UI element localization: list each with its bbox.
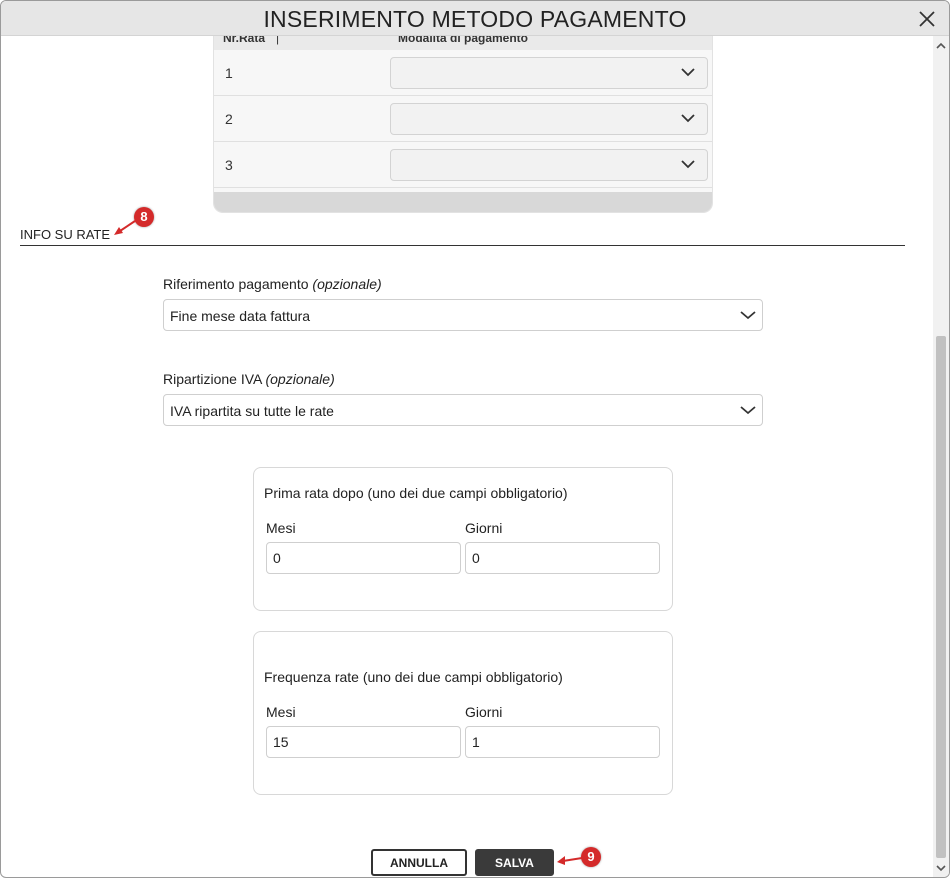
riferimento-value: Fine mese data fattura [170,308,311,324]
table-row: 3 [214,142,712,188]
payment-mode-select[interactable] [390,103,708,135]
annotation-marker-9: 9 [581,847,601,867]
scrollbar-thumb[interactable] [936,336,946,858]
scroll-up-icon[interactable] [933,38,949,54]
ripartizione-value: IVA ripartita su tutte le rate [170,403,334,419]
rate-number: 1 [225,65,233,81]
chevron-down-icon [740,311,756,320]
payment-mode-select[interactable] [390,149,708,181]
cancel-button[interactable]: ANNULLA [371,849,467,876]
table-row: 1 [214,50,712,96]
rate-table-scroll-footer[interactable] [214,192,712,212]
payment-method-dialog: INSERIMENTO METODO PAGAMENTO Nr.Rata | M… [0,0,950,878]
optional-hint: (opzionale) [265,371,335,387]
riferimento-select[interactable]: Fine mese data fattura [163,299,763,331]
scroll-down-icon[interactable] [933,860,949,876]
table-row: 2 [214,96,712,142]
frequenza-mesi-input[interactable]: 15 [266,726,461,758]
ripartizione-label-text: Ripartizione IVA [163,371,262,387]
frequenza-card: Frequenza rate (uno dei due campi obblig… [253,631,673,795]
mesi-label: Mesi [266,704,296,720]
annotation-marker-8: 8 [134,207,154,227]
annotation-arrow-icon [114,220,136,235]
section-title: INFO SU RATE [20,227,111,242]
chevron-down-icon [681,114,695,123]
vertical-scrollbar[interactable] [933,36,949,877]
rate-number: 3 [225,157,233,173]
rate-table-header: Nr.Rata | Modalità di pagamento [214,36,712,50]
giorni-label: Giorni [465,520,503,536]
col-modalita: Modalità di pagamento [398,36,529,45]
chevron-down-icon [740,406,756,415]
dialog-titlebar: INSERIMENTO METODO PAGAMENTO [1,1,949,36]
ripartizione-select[interactable]: IVA ripartita su tutte le rate [163,394,763,426]
optional-hint: (opzionale) [312,276,382,292]
riferimento-label-text: Riferimento pagamento [163,276,309,292]
ripartizione-label: Ripartizione IVA (opzionale) [163,371,335,387]
prima-rata-title: Prima rata dopo (uno dei due campi obbli… [264,485,568,501]
close-icon[interactable] [917,9,937,29]
save-button[interactable]: SALVA [475,849,554,876]
col-nr-rata: Nr.Rata [223,36,266,45]
rate-number: 2 [225,111,233,127]
chevron-down-icon [681,160,695,169]
dialog-title: INSERIMENTO METODO PAGAMENTO [263,6,687,32]
payment-mode-select[interactable] [390,57,708,89]
prima-rata-mesi-input[interactable]: 0 [266,542,461,574]
prima-rata-giorni-input[interactable]: 0 [465,542,660,574]
frequenza-giorni-input[interactable]: 1 [465,726,660,758]
col-separator: | [276,36,280,45]
section-divider [20,245,905,246]
frequenza-title: Frequenza rate (uno dei due campi obblig… [264,669,563,685]
chevron-down-icon [681,68,695,77]
giorni-label: Giorni [465,704,503,720]
prima-rata-card: Prima rata dopo (uno dei due campi obbli… [253,467,673,611]
riferimento-label: Riferimento pagamento (opzionale) [163,276,382,292]
rate-table: Nr.Rata | Modalità di pagamento 1 2 3 [213,36,713,213]
annotation-arrow-icon [557,856,583,865]
mesi-label: Mesi [266,520,296,536]
